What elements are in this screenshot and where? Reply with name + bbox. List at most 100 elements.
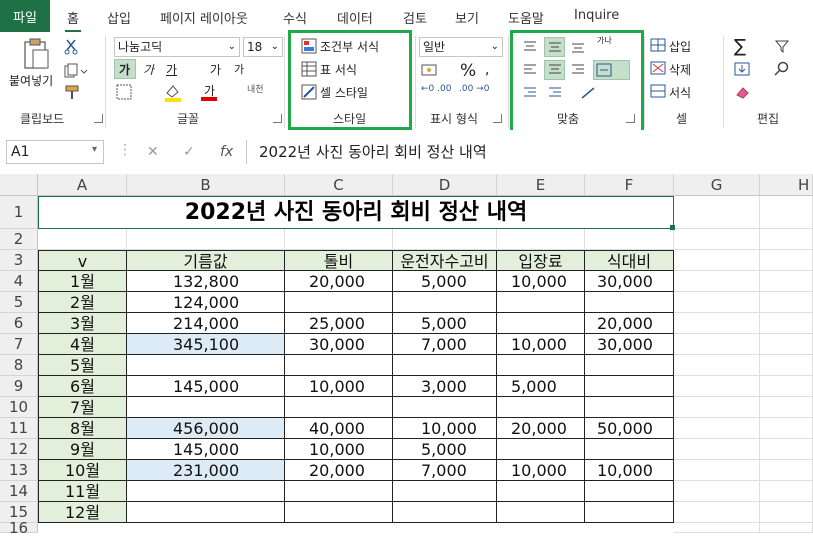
row-header[interactable]: 14 xyxy=(0,481,38,502)
table-cell[interactable] xyxy=(285,397,393,418)
table-cell[interactable] xyxy=(585,439,674,460)
column-header-e[interactable]: E xyxy=(497,174,585,196)
font-launcher-icon[interactable] xyxy=(273,114,282,123)
table-cell[interactable]: 345,100 xyxy=(127,334,285,355)
underline-icon[interactable]: 가 xyxy=(166,61,177,78)
tab-file[interactable]: 파일 xyxy=(0,0,50,32)
table-cell[interactable] xyxy=(285,502,393,523)
tab-help[interactable]: 도움말 xyxy=(508,8,544,27)
table-cell[interactable] xyxy=(497,292,585,313)
tab-data[interactable]: 데이터 xyxy=(337,8,373,27)
empty-cell[interactable] xyxy=(674,229,760,250)
month-cell[interactable]: 11월 xyxy=(38,481,127,502)
table-cell[interactable] xyxy=(127,397,285,418)
table-cell[interactable]: 145,000 xyxy=(127,376,285,397)
column-header-g[interactable]: G xyxy=(674,174,760,196)
row-header[interactable]: 16 xyxy=(0,521,38,536)
table-cell[interactable] xyxy=(497,439,585,460)
alignment-launcher-icon[interactable] xyxy=(626,114,635,123)
empty-cell[interactable] xyxy=(760,376,813,397)
empty-cell[interactable] xyxy=(38,229,127,250)
table-cell[interactable]: 3,000 xyxy=(393,376,497,397)
table-header-cell[interactable]: 운전자수고비 xyxy=(393,250,497,271)
empty-cell[interactable] xyxy=(393,229,497,250)
empty-cell[interactable] xyxy=(674,196,760,229)
decrease-indent-icon[interactable] xyxy=(522,86,538,100)
fill-handle[interactable] xyxy=(670,225,675,230)
row-header[interactable]: 8 xyxy=(0,355,38,376)
empty-cell[interactable] xyxy=(674,502,760,523)
empty-cell[interactable] xyxy=(760,502,813,523)
empty-cell[interactable] xyxy=(674,439,760,460)
row-header[interactable]: 12 xyxy=(0,439,38,460)
table-cell[interactable] xyxy=(585,502,674,523)
table-cell[interactable]: 124,000 xyxy=(127,292,285,313)
empty-cell[interactable] xyxy=(760,460,813,481)
table-cell[interactable] xyxy=(393,397,497,418)
empty-cell[interactable] xyxy=(674,481,760,502)
month-cell[interactable]: 3월 xyxy=(38,313,127,334)
month-cell[interactable]: 6월 xyxy=(38,376,127,397)
cut-icon[interactable] xyxy=(64,39,78,55)
sheet-title-cell[interactable]: 2022년 사진 동아리 회비 정산 내역 xyxy=(38,196,674,229)
table-cell[interactable] xyxy=(585,292,674,313)
row-header[interactable]: 3 xyxy=(0,250,38,271)
month-cell[interactable]: 4월 xyxy=(38,334,127,355)
fill-color-icon[interactable] xyxy=(163,83,183,103)
table-cell[interactable] xyxy=(127,355,285,376)
name-box[interactable]: A1 xyxy=(6,140,104,164)
table-cell[interactable] xyxy=(497,502,585,523)
table-cell[interactable]: 10,000 xyxy=(585,460,674,481)
table-cell[interactable]: 456,000 xyxy=(127,418,285,439)
empty-cell[interactable] xyxy=(760,481,813,502)
table-cell[interactable]: 30,000 xyxy=(285,334,393,355)
empty-cell[interactable] xyxy=(674,523,760,533)
table-cell[interactable] xyxy=(497,313,585,334)
table-cell[interactable]: 10,000 xyxy=(497,334,585,355)
table-header-cell[interactable]: v xyxy=(38,250,127,271)
table-header-cell[interactable]: 톨비 xyxy=(285,250,393,271)
column-header-f[interactable]: F xyxy=(585,174,674,196)
table-cell[interactable]: 10,000 xyxy=(497,460,585,481)
month-cell[interactable]: 5월 xyxy=(38,355,127,376)
number-launcher-icon[interactable] xyxy=(493,114,502,123)
copy-icon[interactable] xyxy=(64,63,88,79)
align-right-icon[interactable] xyxy=(570,63,586,77)
sort-filter-icon[interactable] xyxy=(774,39,794,53)
empty-cell[interactable] xyxy=(760,229,813,250)
empty-cell[interactable] xyxy=(674,250,760,271)
row-header[interactable]: 9 xyxy=(0,376,38,397)
table-cell[interactable]: 30,000 xyxy=(585,334,674,355)
table-cell[interactable]: 7,000 xyxy=(393,334,497,355)
wrap-text-icon[interactable]: 가나 xyxy=(597,35,612,46)
table-cell[interactable] xyxy=(127,481,285,502)
table-cell[interactable]: 20,000 xyxy=(497,418,585,439)
clear-icon[interactable] xyxy=(734,85,750,99)
align-bottom-icon[interactable] xyxy=(570,40,586,54)
orientation-icon[interactable] xyxy=(580,86,602,100)
format-button[interactable]: 서식 xyxy=(669,84,691,101)
row-header[interactable]: 10 xyxy=(0,397,38,418)
table-cell[interactable] xyxy=(497,481,585,502)
comma-icon[interactable]: , xyxy=(485,62,489,78)
accounting-format-icon[interactable] xyxy=(421,63,445,77)
tab-home[interactable]: 홈 xyxy=(65,8,81,33)
tab-review[interactable]: 검토 xyxy=(403,8,427,27)
border-icon[interactable] xyxy=(116,84,134,100)
select-all-corner[interactable] xyxy=(0,174,38,196)
cancel-icon[interactable]: ✕ xyxy=(147,144,159,160)
paste-button-label[interactable]: 붙여넣기 xyxy=(9,72,53,89)
enter-icon[interactable]: ✓ xyxy=(183,144,195,160)
column-header-d[interactable]: D xyxy=(393,174,497,196)
month-cell[interactable]: 10월 xyxy=(38,460,127,481)
table-cell[interactable] xyxy=(497,355,585,376)
empty-cell[interactable] xyxy=(285,229,393,250)
font-name-dropdown[interactable]: 나눔고딕 ⌄ xyxy=(114,37,240,57)
decrease-decimal-icon[interactable]: .00 →0 xyxy=(459,84,489,94)
increase-indent-icon[interactable] xyxy=(547,86,563,100)
italic-icon[interactable]: 가 xyxy=(143,61,154,78)
table-cell[interactable] xyxy=(393,355,497,376)
row-header[interactable]: 5 xyxy=(0,292,38,313)
column-header-b[interactable]: B xyxy=(127,174,285,196)
empty-cell[interactable] xyxy=(760,313,813,334)
